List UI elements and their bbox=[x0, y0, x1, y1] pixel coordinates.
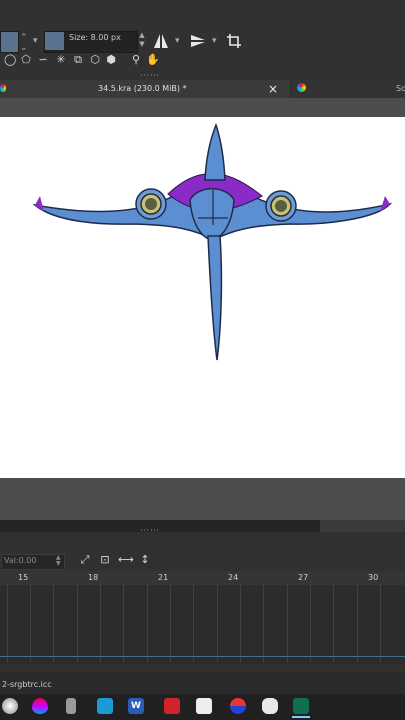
paint-drop-icon[interactable] bbox=[32, 698, 48, 714]
krita-icon[interactable] bbox=[2, 698, 18, 714]
ball-icon[interactable] bbox=[230, 698, 246, 714]
frame-gridline bbox=[240, 585, 241, 662]
krita-doc-icon bbox=[0, 84, 6, 92]
fit-horizontal-icon[interactable]: ⟷ bbox=[118, 553, 134, 567]
magnetic-select-icon[interactable]: ⬢ bbox=[105, 54, 117, 66]
tab-title: 34.5.kra (230.0 MiB) * bbox=[98, 84, 187, 93]
frame-gridline bbox=[30, 585, 31, 662]
frame-gridline bbox=[77, 585, 78, 662]
brush-size-label: Size: 8.00 px bbox=[69, 33, 121, 42]
usb-icon[interactable] bbox=[66, 698, 76, 714]
frame-number: 18 bbox=[88, 573, 99, 582]
mirror-vertical-icon[interactable] bbox=[190, 33, 206, 49]
frame-gridline bbox=[123, 585, 124, 662]
frame-gridline bbox=[193, 585, 194, 662]
active-app-icon[interactable] bbox=[293, 698, 309, 714]
zoom-icon[interactable]: ⚲ bbox=[130, 54, 142, 66]
frame-number: 27 bbox=[298, 573, 309, 582]
curve-editor-area[interactable] bbox=[0, 585, 405, 665]
magic-wand-icon[interactable]: ✳ bbox=[55, 54, 67, 66]
frame-gridline bbox=[287, 585, 288, 662]
foreground-color-swatch[interactable] bbox=[0, 31, 19, 53]
creature-drawing bbox=[32, 122, 393, 361]
frame-gridline bbox=[7, 585, 8, 662]
frame-number: 15 bbox=[18, 573, 29, 582]
zoom-fit-icon[interactable]: ⊡ bbox=[98, 553, 112, 567]
value-input-placeholder: Val:0.00 bbox=[4, 556, 37, 565]
chevron-down-icon[interactable]: ▾ bbox=[212, 36, 217, 46]
frame-gridline bbox=[217, 585, 218, 662]
frame-gridline bbox=[310, 585, 311, 662]
polygon-select-icon[interactable]: ⬠ bbox=[20, 54, 32, 66]
crop-icon[interactable] bbox=[226, 33, 242, 49]
grid-app-icon[interactable] bbox=[97, 698, 113, 714]
frame-gridline bbox=[170, 585, 171, 662]
pan-hand-icon[interactable]: ✋ bbox=[146, 54, 160, 66]
active-app-indicator bbox=[292, 716, 310, 718]
frame-gridline bbox=[333, 585, 334, 662]
animation-curve[interactable] bbox=[0, 656, 405, 657]
discord-icon[interactable] bbox=[262, 698, 278, 714]
frame-gridline bbox=[147, 585, 148, 662]
mirror-horizontal-icon[interactable] bbox=[153, 33, 169, 49]
fit-curve-icon[interactable]: ⤢ bbox=[78, 553, 92, 567]
color-profile-label: 2-srgbtrc.icc bbox=[2, 680, 52, 689]
whiteboard-icon[interactable] bbox=[196, 698, 212, 714]
chevron-down-icon[interactable]: ▾ bbox=[175, 36, 180, 46]
chevron-down-icon[interactable]: ▾ bbox=[33, 36, 38, 46]
frame-ruler[interactable] bbox=[0, 571, 405, 585]
similar-select-icon[interactable]: ⧉ bbox=[72, 54, 84, 66]
tab-title: Sc bbox=[396, 84, 405, 93]
swatch-spin[interactable]: ⌃ ⌄ bbox=[20, 33, 28, 53]
ellipse-select-icon[interactable]: ◯ bbox=[4, 54, 16, 66]
frame-gridline bbox=[263, 585, 264, 662]
word-icon[interactable]: W bbox=[128, 698, 144, 714]
frame-number: 30 bbox=[368, 573, 379, 582]
brush-preview-swatch[interactable] bbox=[45, 32, 64, 50]
tab-second-document[interactable] bbox=[291, 80, 405, 98]
frame-gridline bbox=[380, 585, 381, 662]
docker-splitter-right[interactable] bbox=[320, 520, 405, 532]
krita-doc-icon bbox=[297, 83, 306, 92]
fit-vertical-icon[interactable]: ↕ bbox=[138, 553, 152, 567]
frame-gridline bbox=[53, 585, 54, 662]
close-icon[interactable]: × bbox=[268, 80, 278, 98]
freehand-select-icon[interactable]: ∽ bbox=[37, 54, 49, 66]
frame-number: 24 bbox=[228, 573, 239, 582]
frame-number: 21 bbox=[158, 573, 169, 582]
status-bar bbox=[0, 672, 405, 694]
frame-gridline bbox=[100, 585, 101, 662]
frame-gridline bbox=[357, 585, 358, 662]
bezier-select-icon[interactable]: ⬡ bbox=[89, 54, 101, 66]
size-spinner[interactable]: ▲ ▼ bbox=[138, 31, 146, 51]
amd-icon[interactable] bbox=[164, 698, 180, 714]
value-spinner[interactable]: ▲ ▼ bbox=[56, 555, 61, 567]
